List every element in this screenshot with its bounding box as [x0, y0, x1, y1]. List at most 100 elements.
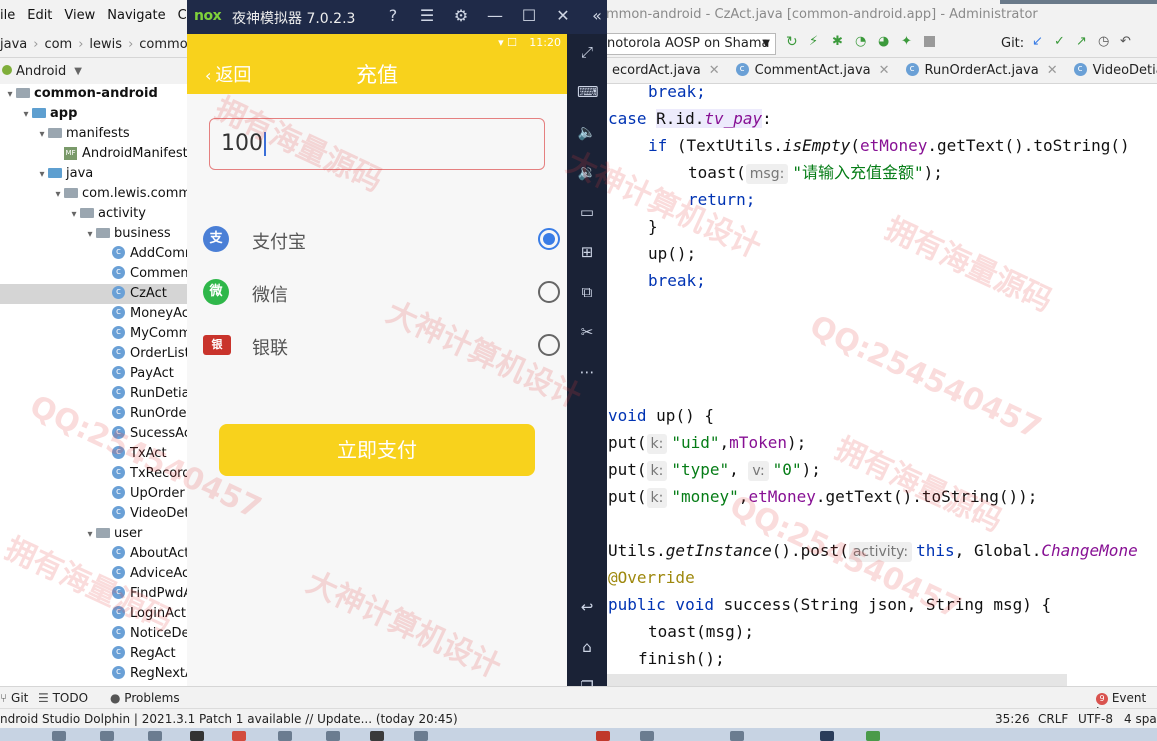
- tool-window-git[interactable]: ⑂ Git: [0, 691, 28, 705]
- emulator-titlebar[interactable]: nox 夜神模拟器 7.0.2.3 ? ☰ ⚙ — ☐ ✕ «: [187, 0, 607, 34]
- chevron-down-icon[interactable]: ▾: [36, 165, 48, 185]
- close-icon[interactable]: ✕: [879, 63, 890, 78]
- tree-item[interactable]: c AddComr: [0, 244, 187, 264]
- tab-videodetialact[interactable]: c VideoDetialAct.java: [1068, 63, 1157, 78]
- close-icon[interactable]: ✕: [553, 6, 573, 25]
- tree-item[interactable]: ▾ com.lewis.commor: [0, 184, 187, 204]
- collapse-sidebar-icon[interactable]: «: [587, 6, 607, 25]
- payment-option-unionpay[interactable]: 银 银联: [187, 326, 567, 366]
- device-select[interactable]: notorola AOSP on Shama ▼: [604, 33, 776, 55]
- tree-item[interactable]: c CzAct: [0, 284, 187, 304]
- tree-item[interactable]: c Commen: [0, 264, 187, 284]
- git-rollback-icon[interactable]: ↶: [1120, 34, 1134, 49]
- tool-window-todo[interactable]: ☰ TODO: [38, 691, 88, 705]
- taskbar-app-icon[interactable]: [730, 731, 744, 741]
- close-icon[interactable]: ✕: [1047, 63, 1058, 78]
- apply-changes-icon[interactable]: ⚡: [809, 34, 823, 49]
- stop-icon[interactable]: [924, 35, 935, 47]
- tab-recordact[interactable]: ecordAct.java ✕: [606, 63, 730, 78]
- tree-item[interactable]: c FindPwdA: [0, 584, 187, 604]
- taskbar-app-icon[interactable]: [596, 731, 610, 741]
- home-nav-icon[interactable]: ⌂: [577, 637, 597, 657]
- tree-item[interactable]: ▾ business: [0, 224, 187, 244]
- scissors-icon[interactable]: ✂: [577, 322, 597, 342]
- profile-icon[interactable]: ◔: [855, 34, 869, 49]
- horizontal-scrollbar[interactable]: [606, 674, 1067, 686]
- tree-item[interactable]: ▾ common-android: [0, 84, 187, 104]
- volume-up-icon[interactable]: 🔈: [577, 122, 597, 142]
- taskbar-app-icon[interactable]: [278, 731, 292, 741]
- tree-item[interactable]: ▾ user: [0, 524, 187, 544]
- radio-unionpay[interactable]: [538, 334, 560, 356]
- taskbar-app-icon[interactable]: [190, 731, 204, 741]
- rerun-icon[interactable]: ↻: [786, 34, 800, 50]
- taskbar-app-icon[interactable]: [52, 731, 66, 741]
- tree-item[interactable]: c MoneyAc: [0, 304, 187, 324]
- tree-item[interactable]: c NoticeDe: [0, 624, 187, 644]
- taskbar-app-icon[interactable]: [232, 731, 246, 741]
- minimize-icon[interactable]: —: [485, 6, 505, 25]
- taskbar-app-icon[interactable]: [100, 731, 114, 741]
- tree-item[interactable]: c RunOrde: [0, 404, 187, 424]
- tree-item[interactable]: c MyComm: [0, 324, 187, 344]
- line-separator[interactable]: CRLF: [1038, 712, 1068, 726]
- more-icon[interactable]: ⋯: [577, 362, 597, 382]
- payment-option-alipay[interactable]: 支 支付宝: [187, 220, 567, 260]
- git-commit-icon[interactable]: ✓: [1054, 34, 1068, 49]
- taskbar-app-icon[interactable]: [148, 731, 162, 741]
- fullscreen-icon[interactable]: ⤢: [577, 42, 597, 62]
- file-encoding[interactable]: UTF-8: [1078, 712, 1113, 726]
- tree-item[interactable]: c OrderList: [0, 344, 187, 364]
- tree-item[interactable]: ▾ activity: [0, 204, 187, 224]
- amount-input[interactable]: 100: [209, 118, 545, 170]
- tab-runorderact[interactable]: c RunOrderAct.java ✕: [900, 63, 1068, 78]
- breadcrumb-lewis[interactable]: lewis: [89, 37, 126, 52]
- tree-item[interactable]: ▾ manifests: [0, 124, 187, 144]
- tree-item[interactable]: c RunDetia: [0, 384, 187, 404]
- taskbar-app-icon[interactable]: [326, 731, 340, 741]
- tree-item[interactable]: c PayAct: [0, 364, 187, 384]
- tree-item[interactable]: c SucessAc: [0, 424, 187, 444]
- volume-down-icon[interactable]: 🔉: [577, 162, 597, 182]
- tree-item[interactable]: c UpOrder: [0, 484, 187, 504]
- payment-option-wechat[interactable]: 微 微信: [187, 273, 567, 313]
- tree-item[interactable]: c VideoDet: [0, 504, 187, 524]
- tree-item[interactable]: c RegNextA: [0, 664, 187, 684]
- tree-item[interactable]: ▾ java: [0, 164, 187, 184]
- status-message[interactable]: ndroid Studio Dolphin | 2021.3.1 Patch 1…: [0, 712, 458, 726]
- tool-window-problems[interactable]: ● Problems: [110, 691, 180, 705]
- coverage-icon[interactable]: ✦: [901, 34, 915, 49]
- back-nav-icon[interactable]: ↩: [577, 597, 597, 617]
- taskbar-app-icon[interactable]: [414, 731, 428, 741]
- tree-item[interactable]: c AboutAct: [0, 544, 187, 564]
- tab-commentact[interactable]: c CommentAct.java ✕: [730, 63, 900, 78]
- git-update-icon[interactable]: ↙: [1032, 34, 1046, 49]
- tree-item[interactable]: c RegAct: [0, 644, 187, 664]
- taskbar-app-icon[interactable]: [370, 731, 384, 741]
- menu-file[interactable]: ile: [0, 8, 21, 23]
- pay-now-button[interactable]: 立即支付: [219, 424, 535, 476]
- chevron-down-icon[interactable]: ▾: [4, 85, 16, 105]
- taskbar-app-icon[interactable]: [640, 731, 654, 741]
- cursor-position[interactable]: 35:26: [995, 712, 1030, 726]
- git-history-icon[interactable]: ◷: [1098, 34, 1112, 49]
- chevron-down-icon[interactable]: ▾: [84, 225, 96, 245]
- tree-item[interactable]: c AdviceAc: [0, 564, 187, 584]
- help-icon[interactable]: ?: [383, 6, 403, 25]
- chevron-down-icon[interactable]: ▾: [36, 125, 48, 145]
- radio-wechat[interactable]: [538, 281, 560, 303]
- code-editor[interactable]: break; case R.id.tv_pay: if (TextUtils.i…: [606, 84, 1157, 676]
- radio-alipay[interactable]: [538, 228, 560, 250]
- tree-item[interactable]: c TxAct: [0, 444, 187, 464]
- git-push-icon[interactable]: ↗: [1076, 34, 1090, 49]
- chevron-down-icon[interactable]: ▾: [68, 205, 80, 225]
- screen-icon[interactable]: ▭: [577, 202, 597, 222]
- install-apk-icon[interactable]: ⊞: [577, 242, 597, 262]
- attach-debugger-icon[interactable]: ◕: [878, 34, 892, 49]
- menu-navigate[interactable]: Navigate: [101, 8, 171, 23]
- chevron-down-icon[interactable]: ▾: [20, 105, 32, 125]
- menu-edit[interactable]: Edit: [21, 8, 58, 23]
- indent-setting[interactable]: 4 spa: [1124, 712, 1157, 726]
- tree-item[interactable]: c LoginAct: [0, 604, 187, 624]
- taskbar-app-icon[interactable]: [866, 731, 880, 741]
